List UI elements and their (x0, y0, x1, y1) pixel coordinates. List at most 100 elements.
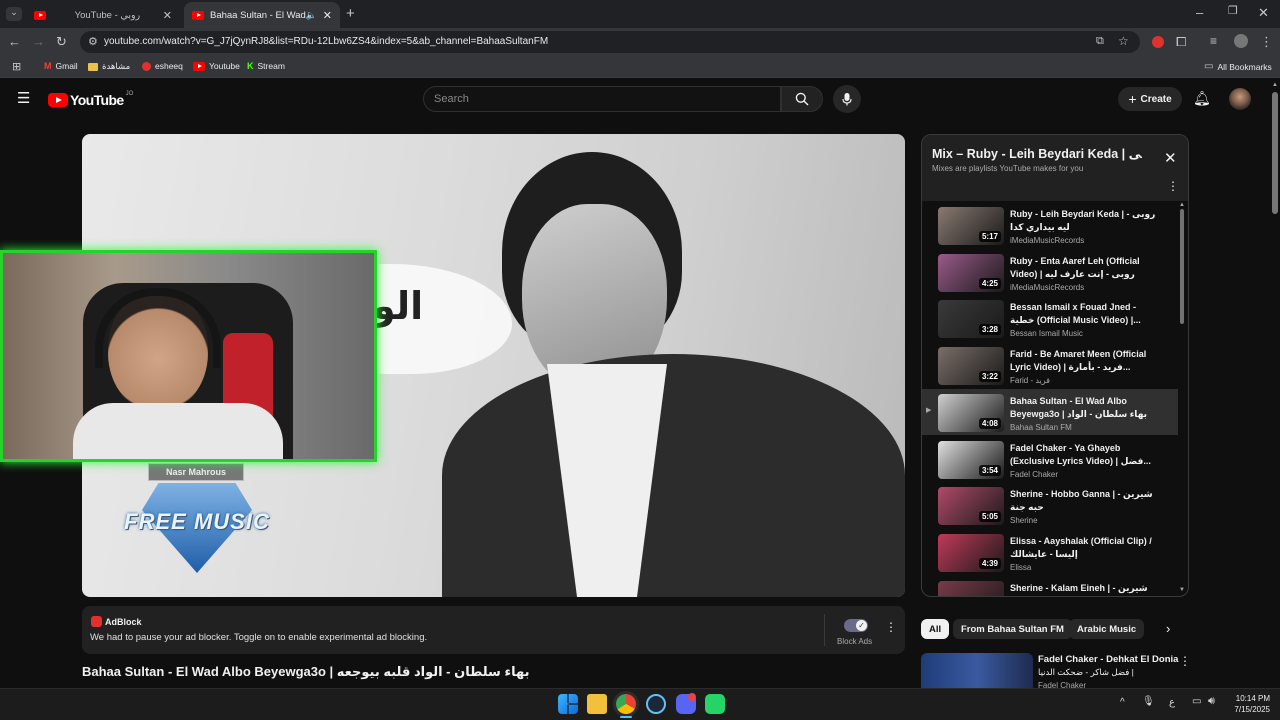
playlist-scrollbar[interactable] (1180, 209, 1184, 324)
language-indicator[interactable]: ع (1169, 697, 1175, 708)
adblock-brand: AdBlock (105, 617, 142, 627)
minimize-icon[interactable]: – (1196, 6, 1203, 19)
reload-icon[interactable]: ↻ (56, 35, 67, 48)
voice-search-button[interactable] (833, 85, 861, 113)
recommended-video[interactable]: Fadel Chaker - Dehkat El Donia فضل شاكر … (921, 653, 1189, 689)
scroll-down-icon[interactable]: ▼ (1179, 587, 1185, 593)
playlist-item-channel: Farid - فريد (1010, 376, 1051, 386)
extension-adblock-icon[interactable] (1152, 36, 1164, 48)
video-duration: 4:39 (978, 557, 1001, 569)
show-hidden-icons-icon[interactable]: ^ (1120, 697, 1125, 708)
video-duration: 5:17 (978, 231, 1001, 242)
scroll-up-icon[interactable]: ▲ (1179, 202, 1185, 208)
close-window-icon[interactable]: ✕ (1258, 6, 1269, 19)
tab-bahaa-sultan[interactable]: Bahaa Sultan - El Wad Albo 🔈 ✕ (184, 2, 340, 28)
bookmark-moshahda[interactable]: مشاهدة (88, 61, 130, 72)
playlist-item[interactable]: 4:39 Elissa - Aayshalak (Official Clip) /… (922, 529, 1178, 575)
playlist-menu-icon[interactable]: ⋮ (1167, 179, 1179, 193)
playlist-item[interactable]: 5:17 Ruby - Leih Beydari Keda | روبى - لي… (922, 202, 1178, 248)
clock-time: 10:14 PM (1235, 694, 1270, 703)
playlist-item[interactable]: 3:54 Fadel Chaker - Ya Ghayeb (Exclusive … (922, 436, 1178, 482)
esheeq-icon (142, 61, 151, 71)
block-ads-label: Block Ads (837, 637, 873, 646)
all-bookmarks[interactable]: ▭ All Bookmarks (1204, 61, 1272, 72)
adblock-banner: AdBlock We had to pause your ad blocker.… (82, 606, 905, 654)
watermark-top-text: Nasr Mahrous (148, 463, 244, 481)
playlist-thumbnail: 3:54 (938, 440, 1004, 479)
bookmark-gmail[interactable]: M Gmail (44, 61, 78, 71)
mic-tray-icon[interactable]: 🎙︎ (1142, 696, 1155, 707)
new-tab-icon[interactable]: + (346, 6, 355, 21)
tab-close-icon[interactable]: ✕ (323, 9, 332, 22)
extensions-puzzle-icon[interactable]: ⧠ (1176, 35, 1186, 48)
browser-menu-icon[interactable]: ⋮ (1260, 35, 1273, 48)
playlist-item[interactable]: 4:25 Ruby - Enta Aaref Leh (Official Vide… (922, 249, 1178, 295)
volume-icon[interactable]: 🔊︎ (1208, 695, 1215, 708)
reading-list-icon[interactable]: ≡ (1210, 35, 1217, 47)
recommended-thumbnail (921, 653, 1033, 689)
address-bar[interactable]: ⚙ youtube.com/watch?v=G_J7jQynRJ8&list=R… (80, 31, 1140, 53)
playlist-item[interactable]: 3:28 Bessan Ismail x Fouad Jned - خطية (O… (922, 295, 1178, 341)
playlist-item-title: Sherine - Hobbo Ganna | شيرين - حبه جنة (1010, 489, 1153, 513)
playlist-item[interactable]: 5:05 Sherine - Hobbo Ganna | شيرين - حبه … (922, 482, 1178, 528)
recommended-menu-icon[interactable]: ⋮ (1179, 654, 1189, 668)
chip-arabic-music[interactable]: Arabic Music (1069, 619, 1145, 639)
watermark-logo: Nasr Mahrous FREE MUSIC (102, 459, 292, 579)
playlist-item-channel: Fadel Chaker (1010, 469, 1059, 479)
adblock-more-icon[interactable]: ⋮ (885, 620, 897, 634)
account-avatar[interactable] (1229, 88, 1251, 110)
file-explorer-icon[interactable] (587, 694, 607, 714)
audio-playing-icon[interactable]: 🔈 (306, 10, 317, 21)
bookmark-youtube[interactable]: Youtube (193, 61, 240, 71)
page-scrollbar[interactable] (1272, 92, 1278, 214)
page-scroll-up-icon[interactable]: ▲ (1272, 82, 1278, 88)
youtube-logo[interactable]: YouTube JO (48, 91, 134, 108)
bookmark-star-icon[interactable]: ☆ (1118, 34, 1129, 48)
taskbar-clock[interactable]: 10:14 PM 7/15/2025 (1224, 693, 1270, 715)
network-icon[interactable]: ▭ (1192, 696, 1201, 707)
guide-menu-icon[interactable]: ☰ (17, 91, 30, 106)
create-button[interactable]: + Create (1118, 87, 1182, 111)
bookmark-esheeq[interactable]: esheeq (142, 61, 183, 71)
whatsapp-icon[interactable] (705, 694, 725, 714)
close-playlist-icon[interactable]: ✕ (1164, 149, 1177, 167)
site-info-icon[interactable]: ⚙ (88, 35, 98, 48)
streamer-webcam-overlay (0, 250, 377, 462)
install-app-icon[interactable]: ⧉ (1096, 35, 1104, 48)
playlist-item[interactable]: 3:22 Farid - Be Amaret Meen (Official Lyr… (922, 342, 1178, 388)
restore-icon[interactable]: ❐ (1228, 6, 1238, 17)
singer-jacket (442, 354, 905, 597)
playlist-title[interactable]: Mix – Ruby - Leih Beydari Keda | روبى (932, 146, 1142, 161)
video-title: Bahaa Sultan - El Wad Albo Beyewga3o | ب… (82, 664, 530, 679)
adblock-divider (824, 614, 825, 646)
search-icon (795, 92, 809, 106)
chip-from-bahaa-sultan-fm[interactable]: From Bahaa Sultan FM (953, 619, 1072, 639)
tab-youtube-ruby[interactable]: YouTube - روبي ✕ (26, 2, 180, 28)
recommended-title: Fadel Chaker - Dehkat El Donia (1038, 654, 1179, 665)
chrome-icon[interactable] (616, 694, 636, 714)
bookmark-stream[interactable]: K Stream (247, 61, 285, 71)
block-ads-toggle[interactable]: ✓ (844, 619, 868, 632)
forward-icon[interactable]: → (32, 35, 45, 48)
youtube-favicon-icon (34, 10, 46, 20)
back-icon[interactable]: ← (8, 35, 21, 48)
search-input[interactable]: Search (423, 86, 781, 112)
microphone-icon (842, 93, 852, 106)
tab-close-icon[interactable]: ✕ (163, 9, 172, 22)
search-button[interactable] (781, 86, 823, 112)
chrome-active-indicator (620, 716, 632, 718)
tab-label: YouTube - روبي (74, 9, 141, 21)
notifications-bell-icon[interactable]: 🔔︎ (1193, 91, 1211, 105)
playlist-item[interactable]: Sherine - Kalam Eineh | شيرين - كلام عين… (922, 576, 1178, 596)
country-code: JO (125, 91, 134, 97)
profile-avatar-icon[interactable] (1234, 34, 1248, 48)
apps-grid-icon[interactable]: ⊞ (12, 60, 21, 73)
video-duration: 3:22 (978, 371, 1001, 383)
steam-icon[interactable] (646, 694, 666, 714)
watermark-main-text: FREE MUSIC (124, 509, 270, 534)
playlist-thumbnail: 4:08 (938, 393, 1004, 432)
chips-next-icon[interactable]: › (1166, 621, 1170, 636)
playlist-item[interactable]: ▶ 4:08 Bahaa Sultan - El Wad Albo Beyewga3… (922, 388, 1178, 435)
chip-all[interactable]: All (921, 619, 950, 639)
tab-search-icon[interactable]: ⌄ (6, 7, 22, 21)
